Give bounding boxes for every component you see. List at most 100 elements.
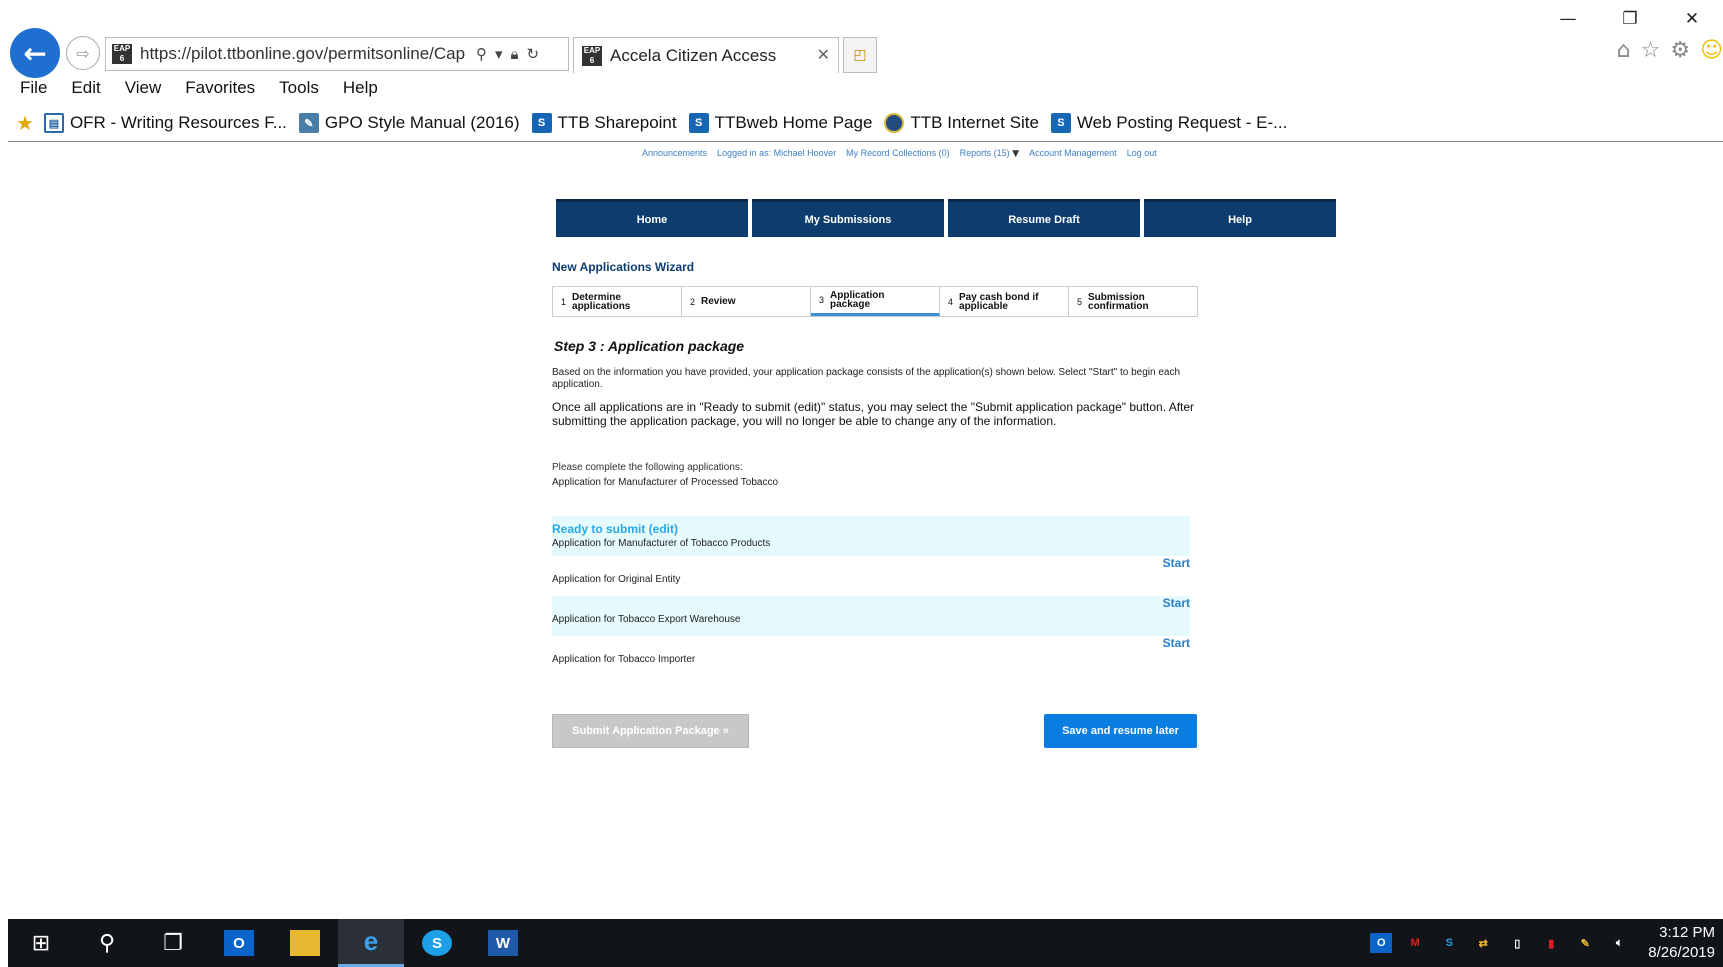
favorite-ttbweb[interactable]: S TTBweb Home Page xyxy=(688,113,872,133)
gpo-icon: ✎ xyxy=(298,113,319,133)
save-and-resume-later-button[interactable]: Save and resume later xyxy=(1044,714,1197,748)
sharepoint-icon: S xyxy=(531,113,552,133)
outlook-tray-icon[interactable]: O xyxy=(1370,933,1393,953)
task-view-icon[interactable]: ❐ xyxy=(140,919,206,967)
search-icon[interactable]: ⚲ xyxy=(74,919,140,967)
battery-icon[interactable]: ▮ xyxy=(1540,933,1562,953)
notes-icon[interactable]: ✎ xyxy=(1574,933,1596,953)
dropdown-icon[interactable]: ▾ xyxy=(495,45,503,63)
step-determine-applications[interactable]: 1 Determine applications xyxy=(553,287,682,316)
caret-down-icon: ▼ xyxy=(1012,149,1020,159)
skype-tray-icon[interactable]: S xyxy=(1438,933,1460,953)
menu-file[interactable]: File xyxy=(8,78,59,102)
restore-icon[interactable]: ❐ xyxy=(1599,6,1661,32)
application-name: Application for Original Entity xyxy=(552,574,681,585)
nav-help[interactable]: Help xyxy=(1144,199,1336,237)
reports-label: Reports (15) xyxy=(959,148,1010,158)
forward-button[interactable]: ⇨ xyxy=(66,36,100,70)
menu-edit[interactable]: Edit xyxy=(59,78,112,102)
application-name: Application for Tobacco Importer xyxy=(552,654,696,665)
feedback-smiley-icon[interactable]: ☺ xyxy=(1700,38,1723,63)
logout-link[interactable]: Log out xyxy=(1127,148,1157,159)
favorite-label: OFR - Writing Resources F... xyxy=(69,113,287,132)
favorites-bar: ★ ▤ OFR - Writing Resources F... ✎ GPO S… xyxy=(8,110,1299,136)
menu-tools[interactable]: Tools xyxy=(267,78,331,102)
step-number: 2 xyxy=(690,296,696,307)
start-link[interactable]: Start xyxy=(1163,596,1190,610)
outlook-icon[interactable]: O xyxy=(206,919,272,967)
tab-title: Accela Citizen Access xyxy=(610,45,777,65)
ready-to-submit-link[interactable]: Ready to submit (edit) xyxy=(552,522,678,536)
usb-icon[interactable]: ▯ xyxy=(1506,933,1528,953)
address-bar[interactable]: EAP 6 https://pilot.ttbonline.gov/permit… xyxy=(105,37,569,71)
favorite-ttb-internet[interactable]: TTB Internet Site xyxy=(884,113,1039,133)
add-favorite-star-icon[interactable]: ★ xyxy=(16,111,34,135)
step-number: 1 xyxy=(561,296,567,307)
favorite-gpo[interactable]: ✎ GPO Style Manual (2016) xyxy=(298,113,520,133)
complete-label: Please complete the following applicatio… xyxy=(552,462,743,473)
new-tab-button[interactable]: ◰ xyxy=(843,37,877,73)
ttb-seal-icon xyxy=(884,113,905,133)
step-label: Determine applications xyxy=(572,291,631,312)
favorite-ofr[interactable]: ▤ OFR - Writing Resources F... xyxy=(43,113,287,133)
home-icon[interactable]: ⌂ xyxy=(1617,38,1631,63)
step-label: Pay cash bond if applicable xyxy=(959,291,1039,312)
close-window-icon[interactable]: ✕ xyxy=(1661,6,1723,32)
menu-favorites[interactable]: Favorites xyxy=(173,78,267,102)
application-row: Ready to submit (edit) Application for M… xyxy=(552,516,1190,556)
file-explorer-icon[interactable] xyxy=(272,919,338,967)
account-management-link[interactable]: Account Management xyxy=(1029,148,1117,159)
nav-home[interactable]: Home xyxy=(556,199,748,237)
menu-view[interactable]: View xyxy=(113,78,174,102)
step-heading: Step 3 : Application package xyxy=(554,338,745,354)
volume-icon[interactable]: 🔈︎ xyxy=(1608,933,1630,953)
start-link[interactable]: Start xyxy=(1163,636,1190,650)
gear-icon[interactable]: ⚙ xyxy=(1670,38,1690,63)
lock-icon[interactable]: 🔒︎ xyxy=(511,45,519,63)
reports-link[interactable]: Reports (15) ▼ xyxy=(960,148,1019,159)
menu-help[interactable]: Help xyxy=(331,78,390,102)
search-icon[interactable]: ⚲ xyxy=(476,45,487,63)
system-clock[interactable]: 3:12 PM 8/26/2019 xyxy=(1648,923,1715,963)
address-url[interactable]: https://pilot.ttbonline.gov/permitsonlin… xyxy=(140,44,470,64)
step-number: 5 xyxy=(1077,296,1083,307)
step-review[interactable]: 2 Review xyxy=(682,287,811,316)
step-label: Application package xyxy=(830,290,885,310)
submit-application-package-button[interactable]: Submit Application Package » xyxy=(552,714,749,748)
favorite-label: Web Posting Request - E-... xyxy=(1076,113,1288,132)
clock-time: 3:12 PM xyxy=(1659,924,1715,941)
browser-tab[interactable]: EAP 6 Accela Citizen Access ✕ xyxy=(573,37,839,73)
word-icon[interactable]: W xyxy=(470,919,536,967)
nav-resume-draft[interactable]: Resume Draft xyxy=(948,199,1140,237)
favorite-label: GPO Style Manual (2016) xyxy=(324,113,520,132)
step-submission-confirmation[interactable]: 5 Submission confirmation xyxy=(1069,287,1197,316)
minimize-icon[interactable]: — xyxy=(1537,6,1599,32)
window-controls: — ❐ ✕ xyxy=(1537,6,1723,32)
announcements-link[interactable]: Announcements xyxy=(642,148,707,159)
nav-my-submissions[interactable]: My Submissions xyxy=(752,199,944,237)
internet-explorer-icon[interactable]: e xyxy=(338,919,404,967)
windows-taskbar: ⊞ ⚲ ❐ O e S W O M S ⇄ ▯ ▮ ✎ 🔈︎ 3:12 PM 8… xyxy=(8,919,1723,967)
favorites-star-icon[interactable]: ☆ xyxy=(1641,38,1661,63)
favorite-ttb-sharepoint[interactable]: S TTB Sharepoint xyxy=(531,113,677,133)
address-actions: ⚲ ▾ 🔒︎ ↻ xyxy=(476,45,539,63)
wizard-title: New Applications Wizard xyxy=(552,260,695,274)
refresh-icon[interactable]: ↻ xyxy=(527,45,540,63)
logged-in-link[interactable]: Logged in as: Michael Hoover xyxy=(717,148,836,159)
browser-chrome: — ❐ ✕ ← ⇨ EAP 6 https://pilot.ttbonline.… xyxy=(8,0,1723,142)
account-nav: Announcements Logged in as: Michael Hoov… xyxy=(642,148,1157,159)
forward-arrow-icon: ⇨ xyxy=(76,43,90,63)
complete-application: Application for Manufacturer of Processe… xyxy=(552,477,779,488)
back-button[interactable]: ← xyxy=(10,28,60,78)
windows-start-icon[interactable]: ⊞ xyxy=(8,919,74,967)
record-collections-link[interactable]: My Record Collections (0) xyxy=(846,148,950,159)
tab-close-icon[interactable]: ✕ xyxy=(817,45,830,64)
step-application-package[interactable]: 3 Application package xyxy=(811,287,940,316)
skype-icon[interactable]: S xyxy=(404,919,470,967)
sync-icon[interactable]: ⇄ xyxy=(1472,933,1494,953)
step-pay-cash-bond[interactable]: 4 Pay cash bond if applicable xyxy=(940,287,1069,316)
start-link[interactable]: Start xyxy=(1163,556,1190,570)
favorite-web-posting[interactable]: S Web Posting Request - E-... xyxy=(1050,113,1288,133)
mcafee-icon[interactable]: M xyxy=(1404,933,1426,953)
application-name: Application for Tobacco Export Warehouse xyxy=(552,614,741,625)
